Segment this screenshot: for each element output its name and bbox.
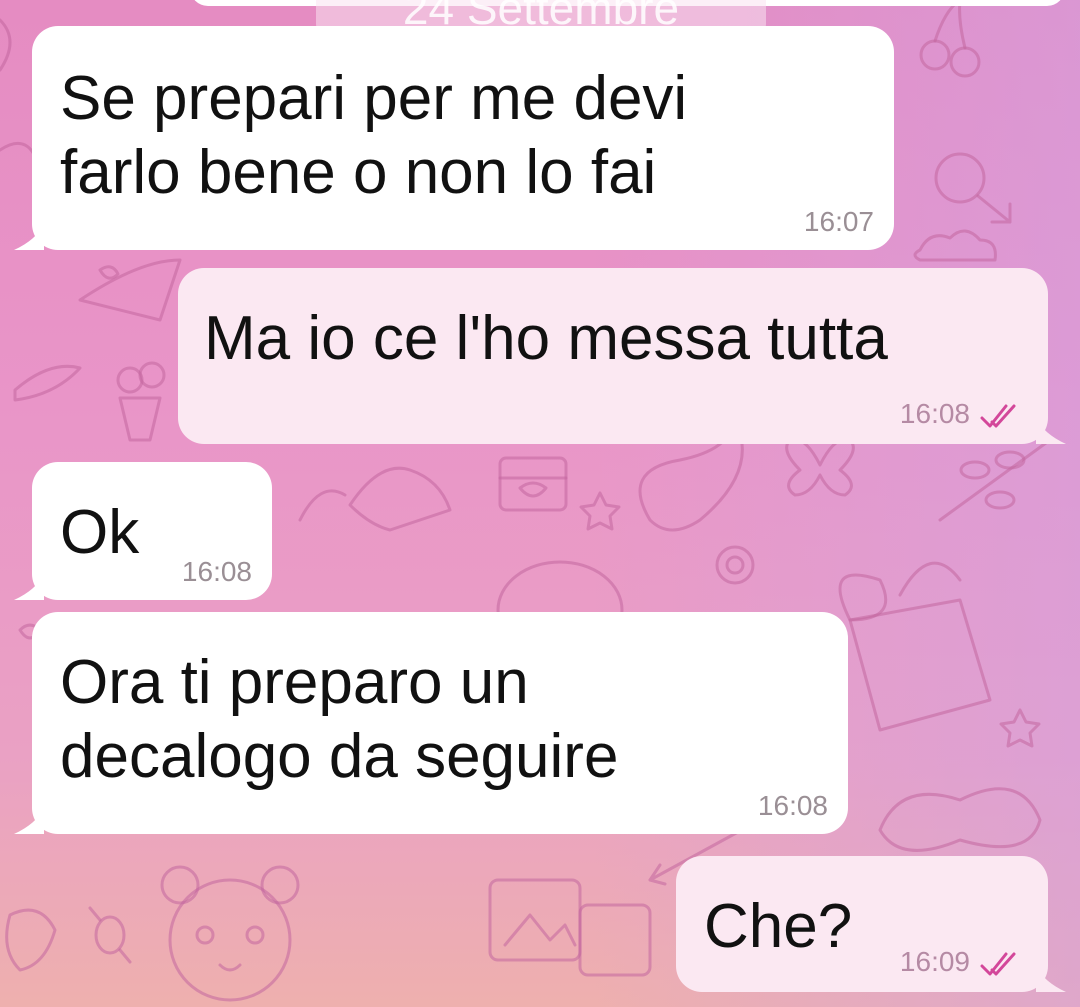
message-time: 16:08 (757, 790, 828, 821)
message-time: 16:07 (803, 206, 874, 237)
bubble-tail (1036, 966, 1066, 992)
bubble-tail (14, 224, 44, 250)
message-time: 16:08 (181, 556, 252, 587)
message-bubble-incoming[interactable]: Ok 16:08 (14, 462, 272, 600)
bubble-tail (14, 808, 44, 834)
message-bubble-incoming[interactable]: Se prepari per me devi farlo bene o non … (14, 26, 894, 250)
message-text: Se prepari per me devi farlo bene o non … (60, 64, 688, 207)
message-text: Ok (60, 498, 140, 567)
bubble-tail (1036, 418, 1066, 444)
bubble-tail (14, 574, 44, 600)
message-text: Ma io ce l'ho messa tutta (204, 304, 888, 373)
read-receipt-double-check-icon (980, 404, 1016, 428)
message-time: 16:09 (899, 946, 970, 977)
message-time: 16:08 (899, 398, 970, 429)
message-text: Ora ti preparo un decalogo da seguire (60, 648, 619, 791)
message-text: Che? (704, 892, 853, 961)
message-bubble-incoming[interactable]: Ora ti preparo un decalogo da seguire 16… (14, 612, 848, 834)
message-bubble-outgoing[interactable]: Ma io ce l'ho messa tutta 16:08 (178, 268, 1066, 444)
read-receipt-double-check-icon (980, 952, 1016, 976)
message-bubble-outgoing[interactable]: Che? 16:09 (676, 856, 1066, 992)
